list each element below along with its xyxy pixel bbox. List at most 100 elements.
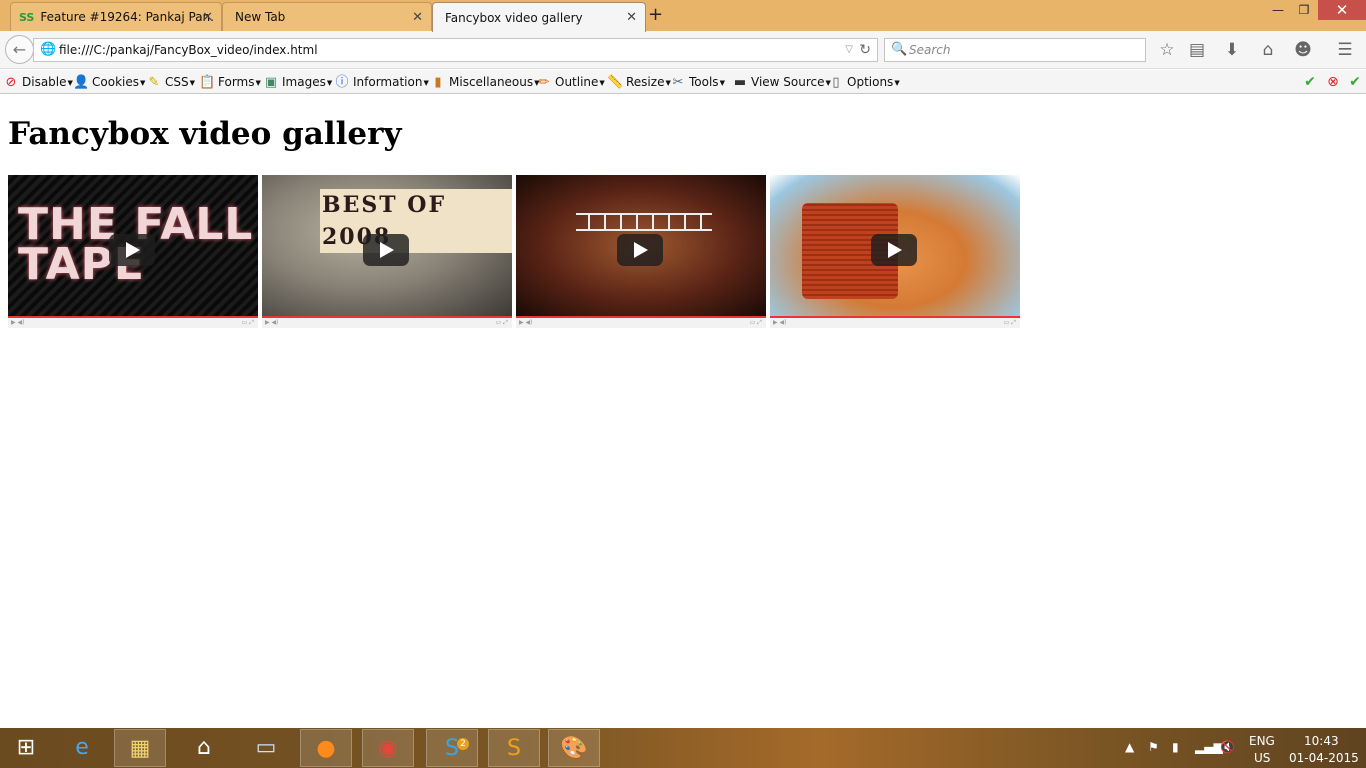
tools-label: Tools [689, 75, 719, 89]
ladder-graphic [576, 213, 712, 231]
play-small-icon: ▶ ◀) [773, 319, 787, 326]
player-controls: ▶ ◀) ▭ ⤢ [262, 316, 512, 328]
clock-time[interactable]: 10:43 [1304, 734, 1339, 748]
tab-close-icon[interactable]: ✕ [412, 10, 423, 25]
player-controls: ▶ ◀) ▭ ⤢ [516, 316, 766, 328]
play-icon[interactable] [617, 234, 663, 266]
reload-icon[interactable]: ↻ [859, 39, 871, 61]
options-menu[interactable]: ▯ Options▼ [828, 73, 899, 92]
play-icon[interactable] [109, 234, 155, 266]
star-icon[interactable]: ☆ [1156, 40, 1178, 60]
clock-date[interactable]: 01-04-2015 [1289, 751, 1359, 765]
player-controls: ▶ ◀) ▭ ⤢ [770, 316, 1020, 328]
video-thumbnail-1[interactable]: THE FALL TAPE ▶ ◀) ▭ ⤢ [8, 175, 258, 328]
tools-menu[interactable]: ✂ Tools▼ [670, 73, 725, 92]
check-icon[interactable]: ✔ [1302, 74, 1318, 90]
back-arrow-icon: ← [12, 40, 27, 59]
thumbnail-text: BEST OF 2008 [320, 189, 512, 253]
browser-titlebar: SS Feature #19264: Pankaj Pan... ✕ New T… [0, 0, 1366, 32]
reading-list-icon[interactable]: ▤ [1186, 40, 1208, 60]
paint-icon[interactable]: 🎨 [548, 729, 600, 767]
menu-icon[interactable]: ☰ [1334, 40, 1356, 60]
tab-close-icon[interactable]: ✕ [626, 10, 637, 25]
fullscreen-icon: ▭ ⤢ [1003, 319, 1016, 326]
play-icon[interactable] [363, 234, 409, 266]
information-label: Information [353, 75, 423, 89]
video-thumbnail-4[interactable]: ▶ ◀) ▭ ⤢ [770, 175, 1020, 328]
outline-menu[interactable]: ✏ Outline▼ [536, 73, 605, 92]
information-icon: ⓘ [335, 75, 349, 90]
windows-taskbar: ⊞ e ▦ ⌂ ▭ ● ◉ S2 S 🎨 ▲ ⚑ ▮ ▂▄▆ 🔇 ENG US … [0, 728, 1366, 768]
resize-menu[interactable]: 📏 Resize▼ [607, 73, 671, 92]
caret-icon: ▼ [189, 78, 196, 87]
search-placeholder: Search [909, 43, 951, 57]
miscellaneous-menu[interactable]: ▮ Miscellaneous▼ [430, 73, 539, 92]
fullscreen-icon: ▭ ⤢ [241, 319, 254, 326]
action-center-flag-icon[interactable]: ⚑ [1148, 740, 1159, 754]
options-label: Options [847, 75, 894, 89]
outline-pencil-icon: ✏ [538, 75, 550, 90]
web-developer-toolbar: ⊘ Disable ▼ 👤 Cookies▼ ✎ CSS▼ 📋 Forms▼ ▣ Image… [0, 70, 1366, 94]
minimize-button[interactable]: — [1265, 0, 1291, 20]
disable-menu[interactable]: ⊘ Disable▼ [3, 73, 73, 92]
show-hidden-icons-icon[interactable]: ▲ [1125, 740, 1134, 754]
video-thumbnail-2[interactable]: BEST OF 2008 ▶ ◀) ▭ ⤢ [262, 175, 512, 328]
tab-fancybox-video-gallery[interactable]: Fancybox video gallery ✕ [432, 2, 646, 32]
volume-muted-icon[interactable]: 🔇 [1220, 740, 1235, 754]
sublime-text-icon[interactable]: S [488, 729, 540, 767]
home-icon[interactable]: ⌂ [1257, 40, 1279, 60]
resize-ruler-icon: 📏 [607, 75, 624, 90]
history-dropdown-icon[interactable]: ▽ [845, 39, 853, 61]
css-menu[interactable]: ✎ CSS▼ [146, 73, 195, 92]
information-menu[interactable]: ⓘ Information▼ [334, 73, 429, 92]
keyboard-layout[interactable]: US [1254, 751, 1270, 765]
search-input[interactable]: 🔍 Search [884, 38, 1146, 62]
chrome-icon[interactable]: ◉ [362, 729, 414, 767]
firefox-icon[interactable]: ● [300, 729, 352, 767]
cookies-menu[interactable]: 👤 Cookies▼ [73, 73, 145, 92]
new-tab-button[interactable]: + [648, 6, 663, 24]
search-icon: 🔍 [891, 42, 908, 57]
play-small-icon: ▶ ◀) [11, 319, 25, 326]
skype-badge: 2 [457, 738, 469, 750]
internet-explorer-icon[interactable]: e [56, 729, 108, 767]
battery-icon[interactable]: ▮ [1172, 740, 1179, 754]
url-text: file:///C:/pankaj/FancyBox_video/index.h… [59, 43, 318, 57]
download-icon[interactable]: ⬇ [1221, 40, 1243, 60]
back-button[interactable]: ← [5, 35, 34, 64]
tab-new-tab[interactable]: New Tab ✕ [222, 2, 432, 31]
skype-icon[interactable]: S2 [426, 729, 478, 767]
error-icon[interactable]: ⊗ [1325, 74, 1341, 90]
hello-icon[interactable]: ☻ [1292, 40, 1314, 60]
check-icon[interactable]: ✔ [1347, 74, 1363, 90]
ss-favicon-icon: SS [19, 10, 35, 24]
network-signal-icon[interactable]: ▂▄▆ [1195, 740, 1223, 754]
play-small-icon: ▶ ◀) [519, 319, 533, 326]
windows-start-icon[interactable]: ⊞ [0, 729, 52, 767]
disable-icon: ⊘ [5, 75, 17, 90]
tab-label: Fancybox video gallery [445, 10, 583, 25]
lenovo-icon[interactable]: ▭ [240, 729, 292, 767]
home-icon[interactable]: ⌂ [178, 729, 230, 767]
tools-icon: ✂ [672, 75, 684, 90]
caret-icon: ▼ [423, 78, 429, 87]
tab-close-icon[interactable]: ✕ [202, 10, 213, 25]
language-indicator[interactable]: ENG [1249, 734, 1275, 748]
disable-label: Disable [22, 75, 67, 89]
tab-feature-19264[interactable]: SS Feature #19264: Pankaj Pan... ✕ [10, 2, 222, 31]
play-icon[interactable] [871, 234, 917, 266]
images-icon: ▣ [264, 75, 278, 90]
file-explorer-icon[interactable]: ▦ [114, 729, 166, 767]
css-wand-icon: ✎ [148, 75, 160, 90]
images-menu[interactable]: ▣ Images▼ [263, 73, 332, 92]
fullscreen-icon: ▭ ⤢ [749, 319, 762, 326]
close-window-button[interactable]: ✕ [1318, 0, 1366, 20]
view-source-menu[interactable]: ▬ View Source▼ [732, 73, 831, 92]
video-thumbnail-3[interactable]: ▶ ◀) ▭ ⤢ [516, 175, 766, 328]
maximize-button[interactable]: ❐ [1291, 0, 1317, 20]
url-bar[interactable]: 🌐 file:///C:/pankaj/FancyBox_video/index… [33, 38, 878, 62]
page-title: Fancybox video gallery [8, 116, 402, 152]
forms-menu[interactable]: 📋 Forms▼ [199, 73, 261, 92]
video-gallery: THE FALL TAPE ▶ ◀) ▭ ⤢ BEST OF 2008 ▶ ◀) ▭… [8, 175, 1020, 328]
globe-icon: 🌐 [40, 42, 57, 57]
